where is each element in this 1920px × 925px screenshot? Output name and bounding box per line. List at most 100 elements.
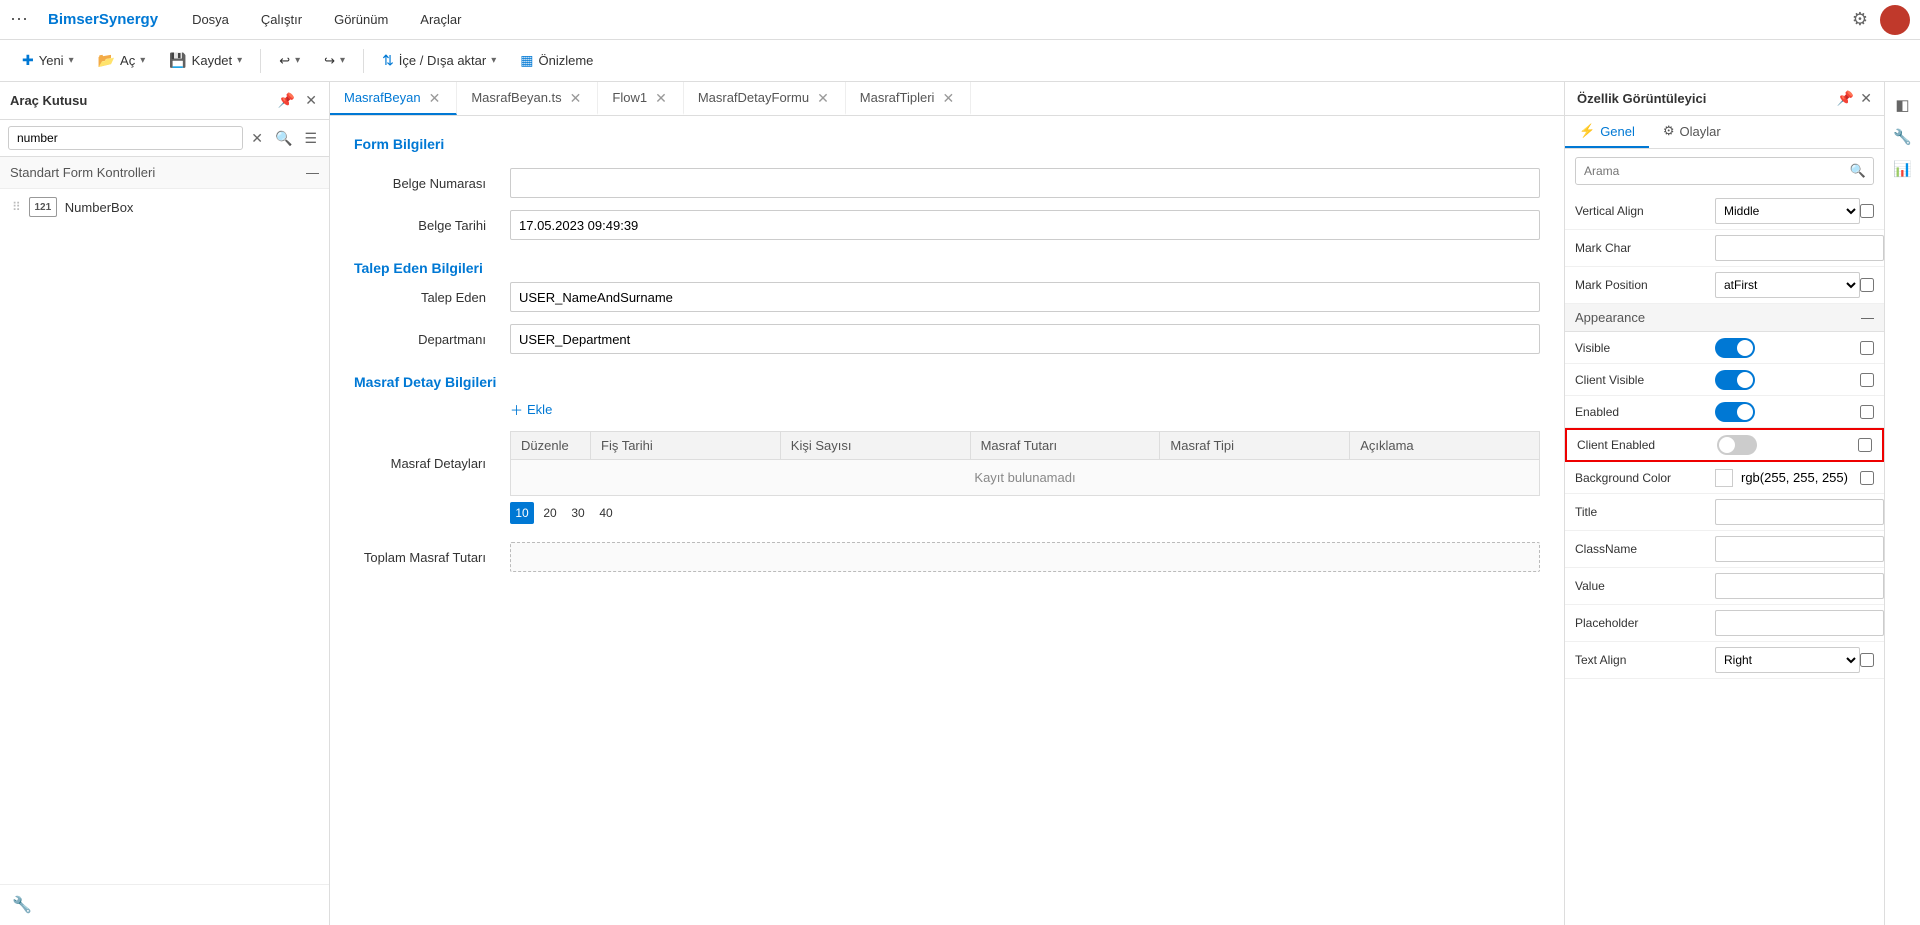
toolbox-pin-icon[interactable]: 📌 bbox=[276, 90, 297, 111]
prop-enabled-toggle[interactable] bbox=[1715, 402, 1755, 422]
prop-visible-checkbox[interactable] bbox=[1860, 341, 1874, 355]
prop-text-align-checkbox[interactable] bbox=[1860, 653, 1874, 667]
toolbox-search-clear-icon[interactable]: ✕ bbox=[247, 128, 267, 149]
tab-masrafdetayformu-close[interactable]: ✕ bbox=[815, 91, 831, 105]
toolbar-sep-1 bbox=[260, 49, 261, 73]
tab-masraftipleri[interactable]: MasrafTipleri ✕ bbox=[846, 82, 971, 115]
prop-bg-color-checkbox[interactable] bbox=[1860, 471, 1874, 485]
prop-search-btn[interactable]: 🔍 bbox=[1843, 158, 1873, 184]
prop-tabs: ⚡ Genel ⚙ Olaylar bbox=[1565, 116, 1884, 149]
import-export-button[interactable]: ⇅ İçe / Dışa aktar ▾ bbox=[372, 47, 506, 74]
redo-button[interactable]: ↪ ▾ bbox=[314, 48, 355, 74]
form-row-toplam: Toplam Masraf Tutarı bbox=[354, 542, 1540, 572]
open-button[interactable]: 📂 Aç ▾ bbox=[88, 47, 156, 74]
menu-araclar[interactable]: Araçlar bbox=[412, 8, 469, 31]
user-avatar[interactable] bbox=[1880, 5, 1910, 35]
talep-eden-label: Talep Eden bbox=[354, 290, 494, 305]
add-masraf-button[interactable]: ＋ Ekle bbox=[510, 396, 552, 423]
prop-tab-olaylar[interactable]: ⚙ Olaylar bbox=[1649, 116, 1735, 148]
prop-mark-position-select[interactable]: atFirstatLast bbox=[1715, 272, 1860, 298]
page-40[interactable]: 40 bbox=[594, 502, 618, 524]
prop-panel-header: Özellik Görüntüleyici 📌 ✕ bbox=[1565, 82, 1884, 116]
preview-button[interactable]: ▦ Önizleme bbox=[510, 47, 603, 74]
prop-text-align-value: RightLeftCenter bbox=[1715, 647, 1860, 673]
toolbox-numberbox-item[interactable]: ⠿ 121 NumberBox bbox=[0, 189, 329, 225]
prop-client-enabled-checkbox[interactable] bbox=[1858, 438, 1872, 452]
prop-text-align-select[interactable]: RightLeftCenter bbox=[1715, 647, 1860, 673]
tab-masrafbeyan-ts-label: MasrafBeyan.ts bbox=[471, 90, 561, 105]
tab-flow1-label: Flow1 bbox=[612, 90, 647, 105]
prop-client-visible-value bbox=[1715, 370, 1860, 390]
sidebar-tools-icon[interactable]: 🔧 bbox=[10, 893, 34, 917]
prop-enabled-checkbox[interactable] bbox=[1860, 405, 1874, 419]
departman-input[interactable] bbox=[510, 324, 1540, 354]
talep-eden-input[interactable] bbox=[510, 282, 1540, 312]
new-button[interactable]: ✚ Yeni ▾ bbox=[12, 47, 84, 74]
prop-client-visible-toggle[interactable] bbox=[1715, 370, 1755, 390]
prop-visible-toggle[interactable] bbox=[1715, 338, 1755, 358]
toolbox-layout-icon[interactable]: ☰ bbox=[300, 128, 321, 149]
tab-masrafdetayformu[interactable]: MasrafDetayFormu ✕ bbox=[684, 82, 846, 115]
open-arrow-icon: ▾ bbox=[140, 55, 145, 66]
prop-bg-color-swatch[interactable] bbox=[1715, 469, 1733, 487]
prop-bg-color-value: rgb(255, 255, 255) bbox=[1715, 469, 1860, 487]
right-icon-1[interactable]: ◧ bbox=[1888, 90, 1918, 120]
prop-mark-position-checkbox[interactable] bbox=[1860, 278, 1874, 292]
pagination-row: 10 20 30 40 bbox=[510, 496, 1540, 530]
preview-icon: ▦ bbox=[520, 52, 533, 69]
top-bar-right: ⚙ bbox=[1850, 5, 1910, 35]
tab-masrafbeyan-ts-close[interactable]: ✕ bbox=[568, 91, 584, 105]
prop-value-row: Value bbox=[1565, 568, 1884, 605]
menu-dosya[interactable]: Dosya bbox=[184, 8, 237, 31]
total-input[interactable] bbox=[510, 542, 1540, 572]
prop-visible-label: Visible bbox=[1575, 341, 1715, 355]
total-label: Toplam Masraf Tutarı bbox=[354, 550, 494, 565]
tab-masrafbeyan-close[interactable]: ✕ bbox=[427, 91, 443, 105]
app-grid-icon[interactable]: ⋯ bbox=[10, 9, 28, 30]
tab-masrafbeyan-label: MasrafBeyan bbox=[344, 90, 421, 105]
prop-placeholder-input[interactable] bbox=[1715, 610, 1884, 636]
tab-masraftipleri-close[interactable]: ✕ bbox=[940, 91, 956, 105]
prop-close-icon[interactable]: ✕ bbox=[1860, 90, 1872, 107]
tab-masrafbeyan-ts[interactable]: MasrafBeyan.ts ✕ bbox=[457, 82, 598, 115]
prop-title-input[interactable] bbox=[1715, 499, 1884, 525]
undo-button[interactable]: ↩ ▾ bbox=[269, 48, 310, 74]
redo-icon: ↪ bbox=[324, 53, 335, 69]
prop-text-align-label: Text Align bbox=[1575, 653, 1715, 667]
right-icon-2[interactable]: 🔧 bbox=[1888, 122, 1918, 152]
page-30[interactable]: 30 bbox=[566, 502, 590, 524]
tab-flow1[interactable]: Flow1 ✕ bbox=[598, 82, 683, 115]
prop-client-enabled-toggle[interactable] bbox=[1717, 435, 1757, 455]
belge-no-input[interactable] bbox=[510, 168, 1540, 198]
prop-search-input[interactable] bbox=[1576, 159, 1843, 183]
prop-bg-color-text: rgb(255, 255, 255) bbox=[1741, 470, 1848, 485]
prop-pin-icon[interactable]: 📌 bbox=[1837, 90, 1854, 107]
toolbox-header: Araç Kutusu 📌 ✕ bbox=[0, 82, 329, 120]
tab-masrafbeyan[interactable]: MasrafBeyan ✕ bbox=[330, 82, 457, 115]
right-icon-3[interactable]: 📊 bbox=[1888, 154, 1918, 184]
belge-tarihi-input[interactable] bbox=[510, 210, 1540, 240]
prop-mark-char-value bbox=[1715, 235, 1884, 261]
main-layout: Araç Kutusu 📌 ✕ ✕ 🔍 ☰ Standart Form Kont… bbox=[0, 82, 1920, 925]
toolbox-search-btn[interactable]: 🔍 bbox=[271, 128, 296, 149]
prop-tab-genel[interactable]: ⚡ Genel bbox=[1565, 116, 1649, 148]
prop-vertical-align-select[interactable]: MiddleTopBottom bbox=[1715, 198, 1860, 224]
save-icon: 💾 bbox=[169, 52, 186, 69]
prop-value-input[interactable] bbox=[1715, 573, 1884, 599]
prop-tab-olaylar-icon: ⚙ bbox=[1663, 123, 1675, 139]
page-20[interactable]: 20 bbox=[538, 502, 562, 524]
prop-mark-char-input[interactable] bbox=[1715, 235, 1884, 261]
toolbox-close-icon[interactable]: ✕ bbox=[303, 90, 319, 111]
tab-flow1-close[interactable]: ✕ bbox=[653, 91, 669, 105]
prop-client-visible-checkbox[interactable] bbox=[1860, 373, 1874, 387]
sidebar-bottom: 🔧 bbox=[0, 884, 329, 925]
menu-calistir[interactable]: Çalıştır bbox=[253, 8, 310, 31]
menu-gorunum[interactable]: Görünüm bbox=[326, 8, 396, 31]
prop-classname-input[interactable] bbox=[1715, 536, 1884, 562]
toolbar-sep-2 bbox=[363, 49, 364, 73]
settings-icon[interactable]: ⚙ bbox=[1850, 7, 1870, 32]
page-10[interactable]: 10 bbox=[510, 502, 534, 524]
save-button[interactable]: 💾 Kaydet ▾ bbox=[159, 47, 252, 74]
prop-vertical-align-checkbox[interactable] bbox=[1860, 204, 1874, 218]
toolbox-search-input[interactable] bbox=[8, 126, 243, 150]
